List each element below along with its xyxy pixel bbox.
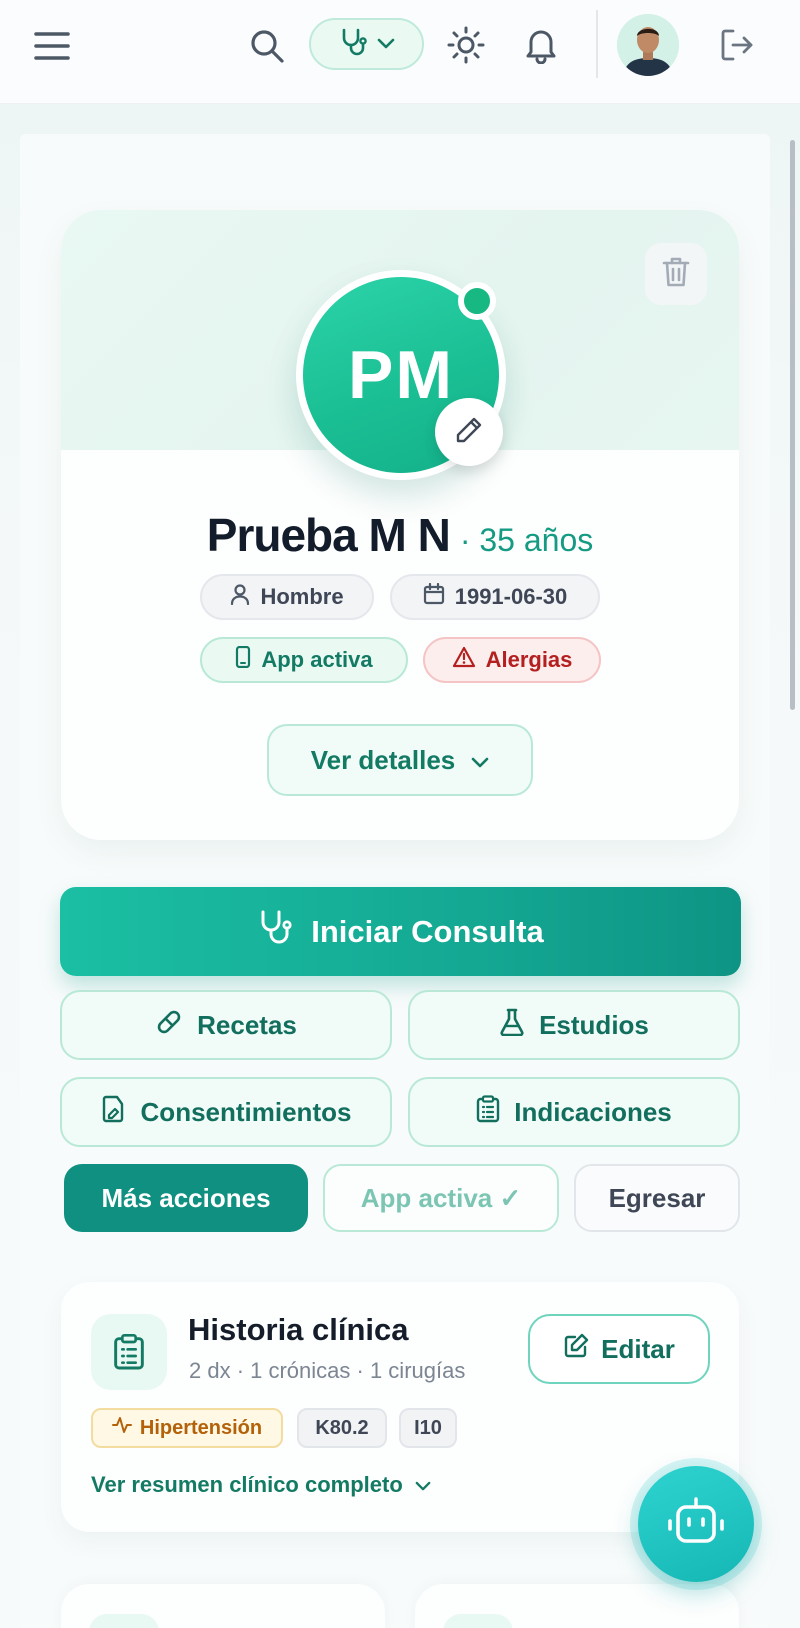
edit-icon bbox=[563, 1333, 589, 1366]
chevron-down-icon bbox=[471, 745, 489, 776]
gender-label: Hombre bbox=[260, 584, 344, 609]
avatar[interactable] bbox=[617, 14, 679, 76]
history-title: Historia clínica bbox=[188, 1312, 409, 1347]
activity-icon bbox=[111, 1416, 132, 1440]
stethoscope-icon bbox=[339, 27, 367, 61]
summary-card bbox=[415, 1584, 739, 1628]
patient-name: Prueba M N bbox=[206, 509, 451, 561]
logout-icon[interactable] bbox=[714, 22, 760, 68]
chevron-down-icon bbox=[377, 35, 395, 54]
allergies-label: Alergias bbox=[485, 647, 573, 672]
app-active-button[interactable]: App activa ✓ bbox=[323, 1164, 559, 1232]
calendar-icon bbox=[423, 582, 445, 611]
document-sign-icon bbox=[101, 1095, 127, 1130]
chevron-down-icon bbox=[415, 1472, 431, 1498]
allergies-chip[interactable]: Alergias bbox=[423, 637, 601, 683]
recetas-label: Recetas bbox=[197, 1009, 297, 1040]
warning-icon bbox=[452, 646, 476, 674]
icd-code-tag[interactable]: I10 bbox=[399, 1408, 457, 1448]
estudios-button[interactable]: Estudios bbox=[408, 990, 740, 1060]
birthdate-label: 1991-06-30 bbox=[454, 584, 568, 609]
clinical-summary-link[interactable]: Ver resumen clínico completo bbox=[91, 1472, 431, 1498]
edit-history-button[interactable]: Editar bbox=[528, 1314, 710, 1384]
gender-chip: Hombre bbox=[200, 574, 374, 620]
clipboard-icon bbox=[91, 1314, 167, 1390]
menu-icon[interactable] bbox=[30, 24, 74, 68]
sun-icon[interactable] bbox=[443, 22, 489, 68]
assistant-bot-button[interactable] bbox=[630, 1458, 762, 1590]
stethoscope-icon bbox=[257, 909, 293, 955]
indicaciones-label: Indicaciones bbox=[514, 1096, 672, 1127]
toolbar-divider bbox=[596, 10, 598, 78]
details-toggle-button[interactable]: Ver detalles bbox=[267, 724, 533, 796]
trash-icon bbox=[662, 256, 690, 292]
app-status-label: App activa bbox=[261, 647, 373, 672]
estudios-label: Estudios bbox=[539, 1009, 649, 1040]
start-consult-label: Iniciar Consulta bbox=[311, 913, 544, 949]
search-icon[interactable] bbox=[245, 24, 289, 68]
edit-avatar-button[interactable] bbox=[435, 398, 503, 466]
user-icon bbox=[230, 583, 250, 611]
patient-name-row: Prueba M N · 35 años bbox=[61, 508, 739, 562]
patient-age: · 35 años bbox=[459, 522, 594, 558]
flask-icon bbox=[499, 1008, 525, 1043]
consentimientos-label: Consentimientos bbox=[140, 1096, 352, 1127]
bot-button-inner bbox=[638, 1466, 754, 1582]
card-icon bbox=[89, 1614, 159, 1628]
diagnosis-tag-label: Hipertensión bbox=[139, 1416, 263, 1439]
details-label: Ver detalles bbox=[310, 744, 456, 775]
consentimientos-button[interactable]: Consentimientos bbox=[60, 1077, 392, 1147]
delete-patient-button[interactable] bbox=[645, 243, 707, 305]
more-actions-button[interactable]: Más acciones bbox=[64, 1164, 308, 1232]
history-subtitle: 2 dx · 1 crónicas · 1 cirugías bbox=[189, 1358, 466, 1383]
specialty-selector[interactable] bbox=[309, 18, 424, 70]
patient-profile-card: PM Prueba M N · 35 años Hombre 1991-06-30… bbox=[61, 210, 739, 840]
summary-card bbox=[61, 1584, 385, 1628]
discharge-button[interactable]: Egresar bbox=[574, 1164, 740, 1232]
online-status-dot bbox=[458, 282, 496, 320]
bell-icon[interactable] bbox=[518, 22, 564, 68]
scrollbar[interactable] bbox=[790, 140, 795, 710]
clipboard-icon bbox=[476, 1094, 500, 1130]
icd-code-tag[interactable]: K80.2 bbox=[297, 1408, 387, 1448]
indicaciones-button[interactable]: Indicaciones bbox=[408, 1077, 740, 1147]
app-status-chip: App activa bbox=[200, 637, 408, 683]
diagnosis-tag[interactable]: Hipertensión bbox=[91, 1408, 283, 1448]
phone-icon bbox=[235, 645, 251, 674]
start-consult-button[interactable]: Iniciar Consulta bbox=[60, 887, 741, 976]
card-icon bbox=[443, 1614, 513, 1628]
summary-link-label: Ver resumen clínico completo bbox=[91, 1472, 403, 1497]
birthdate-chip: 1991-06-30 bbox=[390, 574, 600, 620]
robot-icon bbox=[666, 1497, 726, 1551]
pencil-icon bbox=[454, 415, 484, 449]
edit-label: Editar bbox=[601, 1333, 675, 1364]
top-bar bbox=[0, 0, 800, 104]
recetas-button[interactable]: Recetas bbox=[60, 990, 392, 1060]
pill-icon bbox=[155, 1008, 183, 1043]
